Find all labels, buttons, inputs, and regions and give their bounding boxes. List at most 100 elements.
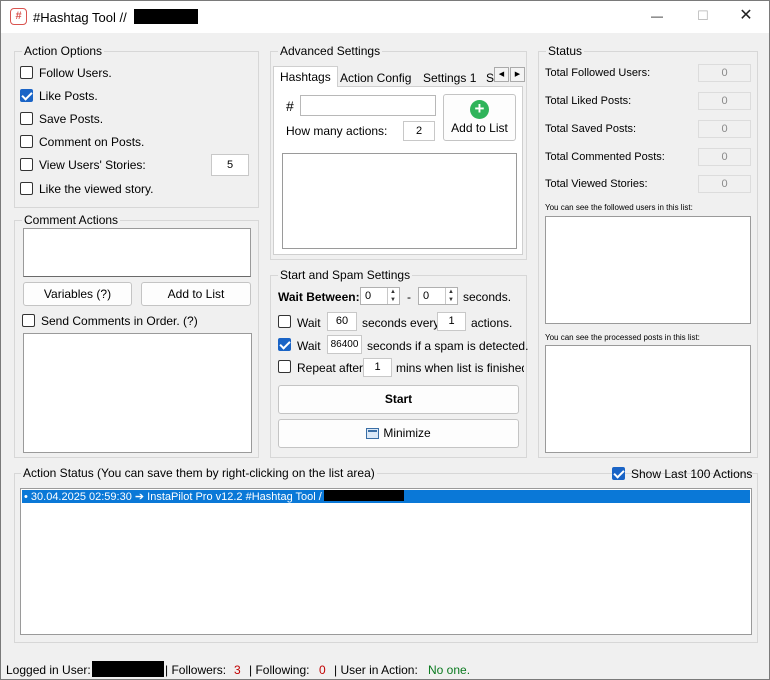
total-viewed-value: 0 — [698, 175, 751, 193]
window-title: #Hashtag Tool // — [33, 9, 199, 25]
spin-up-icon[interactable]: ▲ — [387, 288, 398, 296]
save-posts-checkbox[interactable] — [20, 112, 33, 125]
comment-posts-label: Comment on Posts. — [39, 135, 145, 149]
like-viewed-story-label: Like the viewed story. — [39, 182, 154, 196]
following-value: 0 — [319, 663, 326, 677]
how-many-actions-label: How many actions: — [286, 124, 388, 138]
comment-posts-checkbox[interactable] — [20, 135, 33, 148]
minimize-window-button[interactable]: — — [634, 1, 680, 31]
comments-list[interactable] — [23, 333, 252, 453]
title-bar: # #Hashtag Tool // — ☐ ✕ — [1, 1, 769, 33]
repeat-checkbox[interactable] — [278, 360, 291, 373]
spin-down-icon[interactable]: ▼ — [387, 296, 398, 304]
follow-users-checkbox[interactable] — [20, 66, 33, 79]
user-in-action-value: No one. — [428, 663, 471, 677]
total-commented-label: Total Commented Posts: — [545, 151, 665, 163]
hashtag-add-to-list-button[interactable]: + Add to List — [443, 94, 516, 141]
spin-up-icon[interactable]: ▲ — [445, 288, 456, 296]
repeat-minutes-input[interactable]: 1 — [363, 358, 392, 377]
wait-spam-seconds-input[interactable]: 86400 — [327, 335, 362, 354]
total-followed-label: Total Followed Users: — [545, 67, 651, 79]
wait-max-spinner[interactable]: 0 ▲ ▼ — [418, 287, 458, 305]
tab-scroll-left-button[interactable]: ◀ — [494, 67, 509, 82]
app-window: # #Hashtag Tool // — ☐ ✕ Action Options … — [0, 0, 770, 680]
wait-every-seconds-input[interactable]: 60 — [327, 312, 357, 331]
view-stories-label: View Users' Stories: — [39, 158, 146, 172]
wait-every-count-input[interactable]: 1 — [437, 312, 466, 331]
total-saved-value: 0 — [698, 120, 751, 138]
close-window-button[interactable]: ✕ — [723, 1, 769, 31]
view-stories-checkbox[interactable] — [20, 158, 33, 171]
advanced-settings-title: Advanced Settings — [278, 44, 383, 58]
repeat-label: Repeat after — [297, 361, 364, 375]
wait-max-value: 0 — [423, 290, 430, 302]
actions-label: actions. — [471, 316, 513, 330]
view-stories-count-input[interactable]: 5 — [211, 154, 249, 176]
total-followed-value: 0 — [698, 64, 751, 82]
repeat-suffix-label: mins when list is finished — [396, 361, 524, 375]
redacted-username — [134, 9, 199, 24]
minimize-button[interactable]: Minimize — [278, 419, 519, 448]
hashtag-app-icon: # — [10, 8, 27, 25]
status-title: Status — [546, 44, 585, 58]
redacted-username — [323, 490, 404, 501]
total-liked-value: 0 — [698, 92, 751, 110]
wait-seconds-label: seconds. — [463, 290, 512, 304]
maximize-window-button[interactable]: ☐ — [680, 1, 726, 31]
processed-list-caption: You can see the processed posts in this … — [545, 333, 700, 342]
tab-settings-1[interactable]: Settings 1 — [417, 68, 482, 89]
hash-symbol: # — [286, 98, 294, 114]
window-title-text: #Hashtag Tool // — [33, 10, 127, 25]
tab-hashtags[interactable]: Hashtags — [273, 66, 338, 87]
hashtag-input[interactable] — [300, 95, 436, 116]
wait-min-spinner[interactable]: 0 ▲ ▼ — [360, 287, 400, 305]
tab-action-config[interactable]: Action Config — [334, 68, 417, 89]
spam-detected-label: seconds if a spam is detected. — [367, 339, 529, 353]
hashtag-add-to-list-label: Add to List — [451, 121, 508, 135]
comment-input[interactable] — [23, 228, 251, 277]
comment-add-to-list-button[interactable]: Add to List — [141, 282, 251, 306]
log-entry-row[interactable]: • 30.04.2025 02:59:30 ➔ InstaPilot Pro v… — [22, 490, 750, 503]
wait-every-checkbox[interactable] — [278, 315, 291, 328]
wait-every-label: Wait — [297, 316, 321, 330]
send-in-order-checkbox[interactable] — [22, 314, 35, 327]
action-status-title: Action Status (You can save them by righ… — [21, 466, 377, 480]
save-posts-label: Save Posts. — [39, 112, 104, 126]
action-options-title: Action Options — [22, 44, 105, 58]
start-spam-title: Start and Spam Settings — [278, 268, 413, 282]
log-entry-text: • 30.04.2025 02:59:30 ➔ InstaPilot Pro v… — [24, 491, 322, 503]
followed-users-list[interactable] — [545, 216, 751, 324]
followers-value: 3 — [234, 663, 241, 677]
like-posts-label: Like Posts. — [39, 89, 98, 103]
show-last-actions-label: Show Last 100 Actions — [631, 467, 753, 481]
followers-label: | Followers: — [165, 663, 227, 677]
repeat-suffix-clip: mins when list is finished — [396, 361, 524, 376]
wait-spam-label: Wait — [297, 339, 321, 353]
total-viewed-label: Total Viewed Stories: — [545, 178, 648, 190]
action-log-list[interactable]: • 30.04.2025 02:59:30 ➔ InstaPilot Pro v… — [20, 488, 752, 635]
redacted-username — [92, 661, 164, 677]
variables-button[interactable]: Variables (?) — [23, 282, 132, 306]
minimize-window-icon — [366, 428, 380, 439]
logged-in-label: Logged in User: — [6, 663, 91, 677]
wait-range-dash: - — [407, 290, 411, 304]
how-many-actions-input[interactable]: 2 — [403, 121, 435, 141]
show-last-actions-checkbox[interactable] — [612, 467, 625, 480]
total-liked-label: Total Liked Posts: — [545, 95, 632, 107]
minimize-icon-bar — [368, 430, 378, 432]
minimize-button-label: Minimize — [383, 426, 431, 440]
like-posts-checkbox[interactable] — [20, 89, 33, 102]
like-viewed-story-checkbox[interactable] — [20, 182, 33, 195]
start-button[interactable]: Start — [278, 385, 519, 414]
processed-posts-list[interactable] — [545, 345, 751, 453]
wait-min-value: 0 — [365, 290, 372, 302]
total-saved-label: Total Saved Posts: — [545, 123, 637, 135]
hashtag-list[interactable] — [282, 153, 517, 249]
tab-scroll-right-button[interactable]: ▶ — [510, 67, 525, 82]
wait-spam-checkbox[interactable] — [278, 338, 291, 351]
seconds-every-label: seconds every — [362, 316, 440, 330]
spin-down-icon[interactable]: ▼ — [445, 296, 456, 304]
following-label: | Following: — [249, 663, 310, 677]
wait-between-label: Wait Between: — [278, 290, 360, 304]
plus-circle-icon: + — [470, 100, 489, 119]
